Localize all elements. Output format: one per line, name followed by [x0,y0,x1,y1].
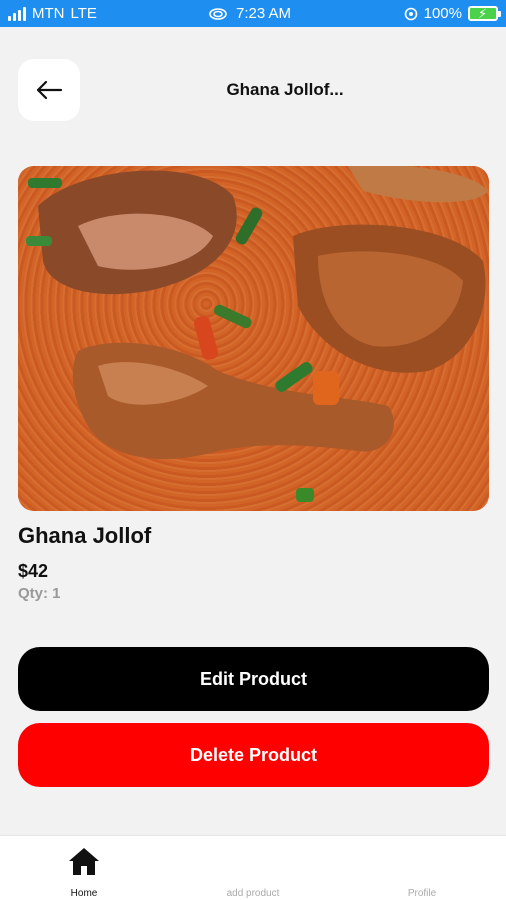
network-label: LTE [70,5,97,22]
nav-item-profile[interactable]: Profile [357,836,487,900]
status-right: 100% ⚡ [404,0,501,27]
nav-item-add-product[interactable]: add product [188,836,318,900]
arrow-left-icon [36,80,63,100]
nav-label-profile: Profile [407,888,437,899]
back-button[interactable] [18,59,80,121]
jollof-chicken-illustration [18,166,489,511]
status-bar: MTN LTE 7:23 AM 100% ⚡ [0,0,506,27]
page-title: Ghana Jollof... [226,80,344,99]
nav-item-home[interactable]: Home [19,836,149,900]
product-image [18,166,489,511]
nav-label-add-product: add product [226,888,280,899]
product-name: Ghana Jollof [18,523,152,548]
bottom-nav: Home add product Profile [0,835,506,900]
signal-icon [8,6,26,21]
battery-icon: ⚡ [468,6,501,21]
product-quantity: Qty: 1 [18,585,61,602]
hotspot-icon [209,7,227,20]
status-left: MTN LTE [8,0,97,27]
product-price: $42 [18,561,49,581]
nav-label-home: Home [70,888,98,899]
delete-product-button[interactable]: Delete Product [18,723,489,787]
clock: 7:23 AM [236,5,292,22]
home-icon [69,848,99,875]
carrier-label: MTN [32,5,65,22]
battery-percent: 100% [423,5,462,22]
status-center: 7:23 AM [208,0,291,27]
orientation-lock-icon [404,7,417,20]
edit-product-button[interactable]: Edit Product [18,647,489,711]
